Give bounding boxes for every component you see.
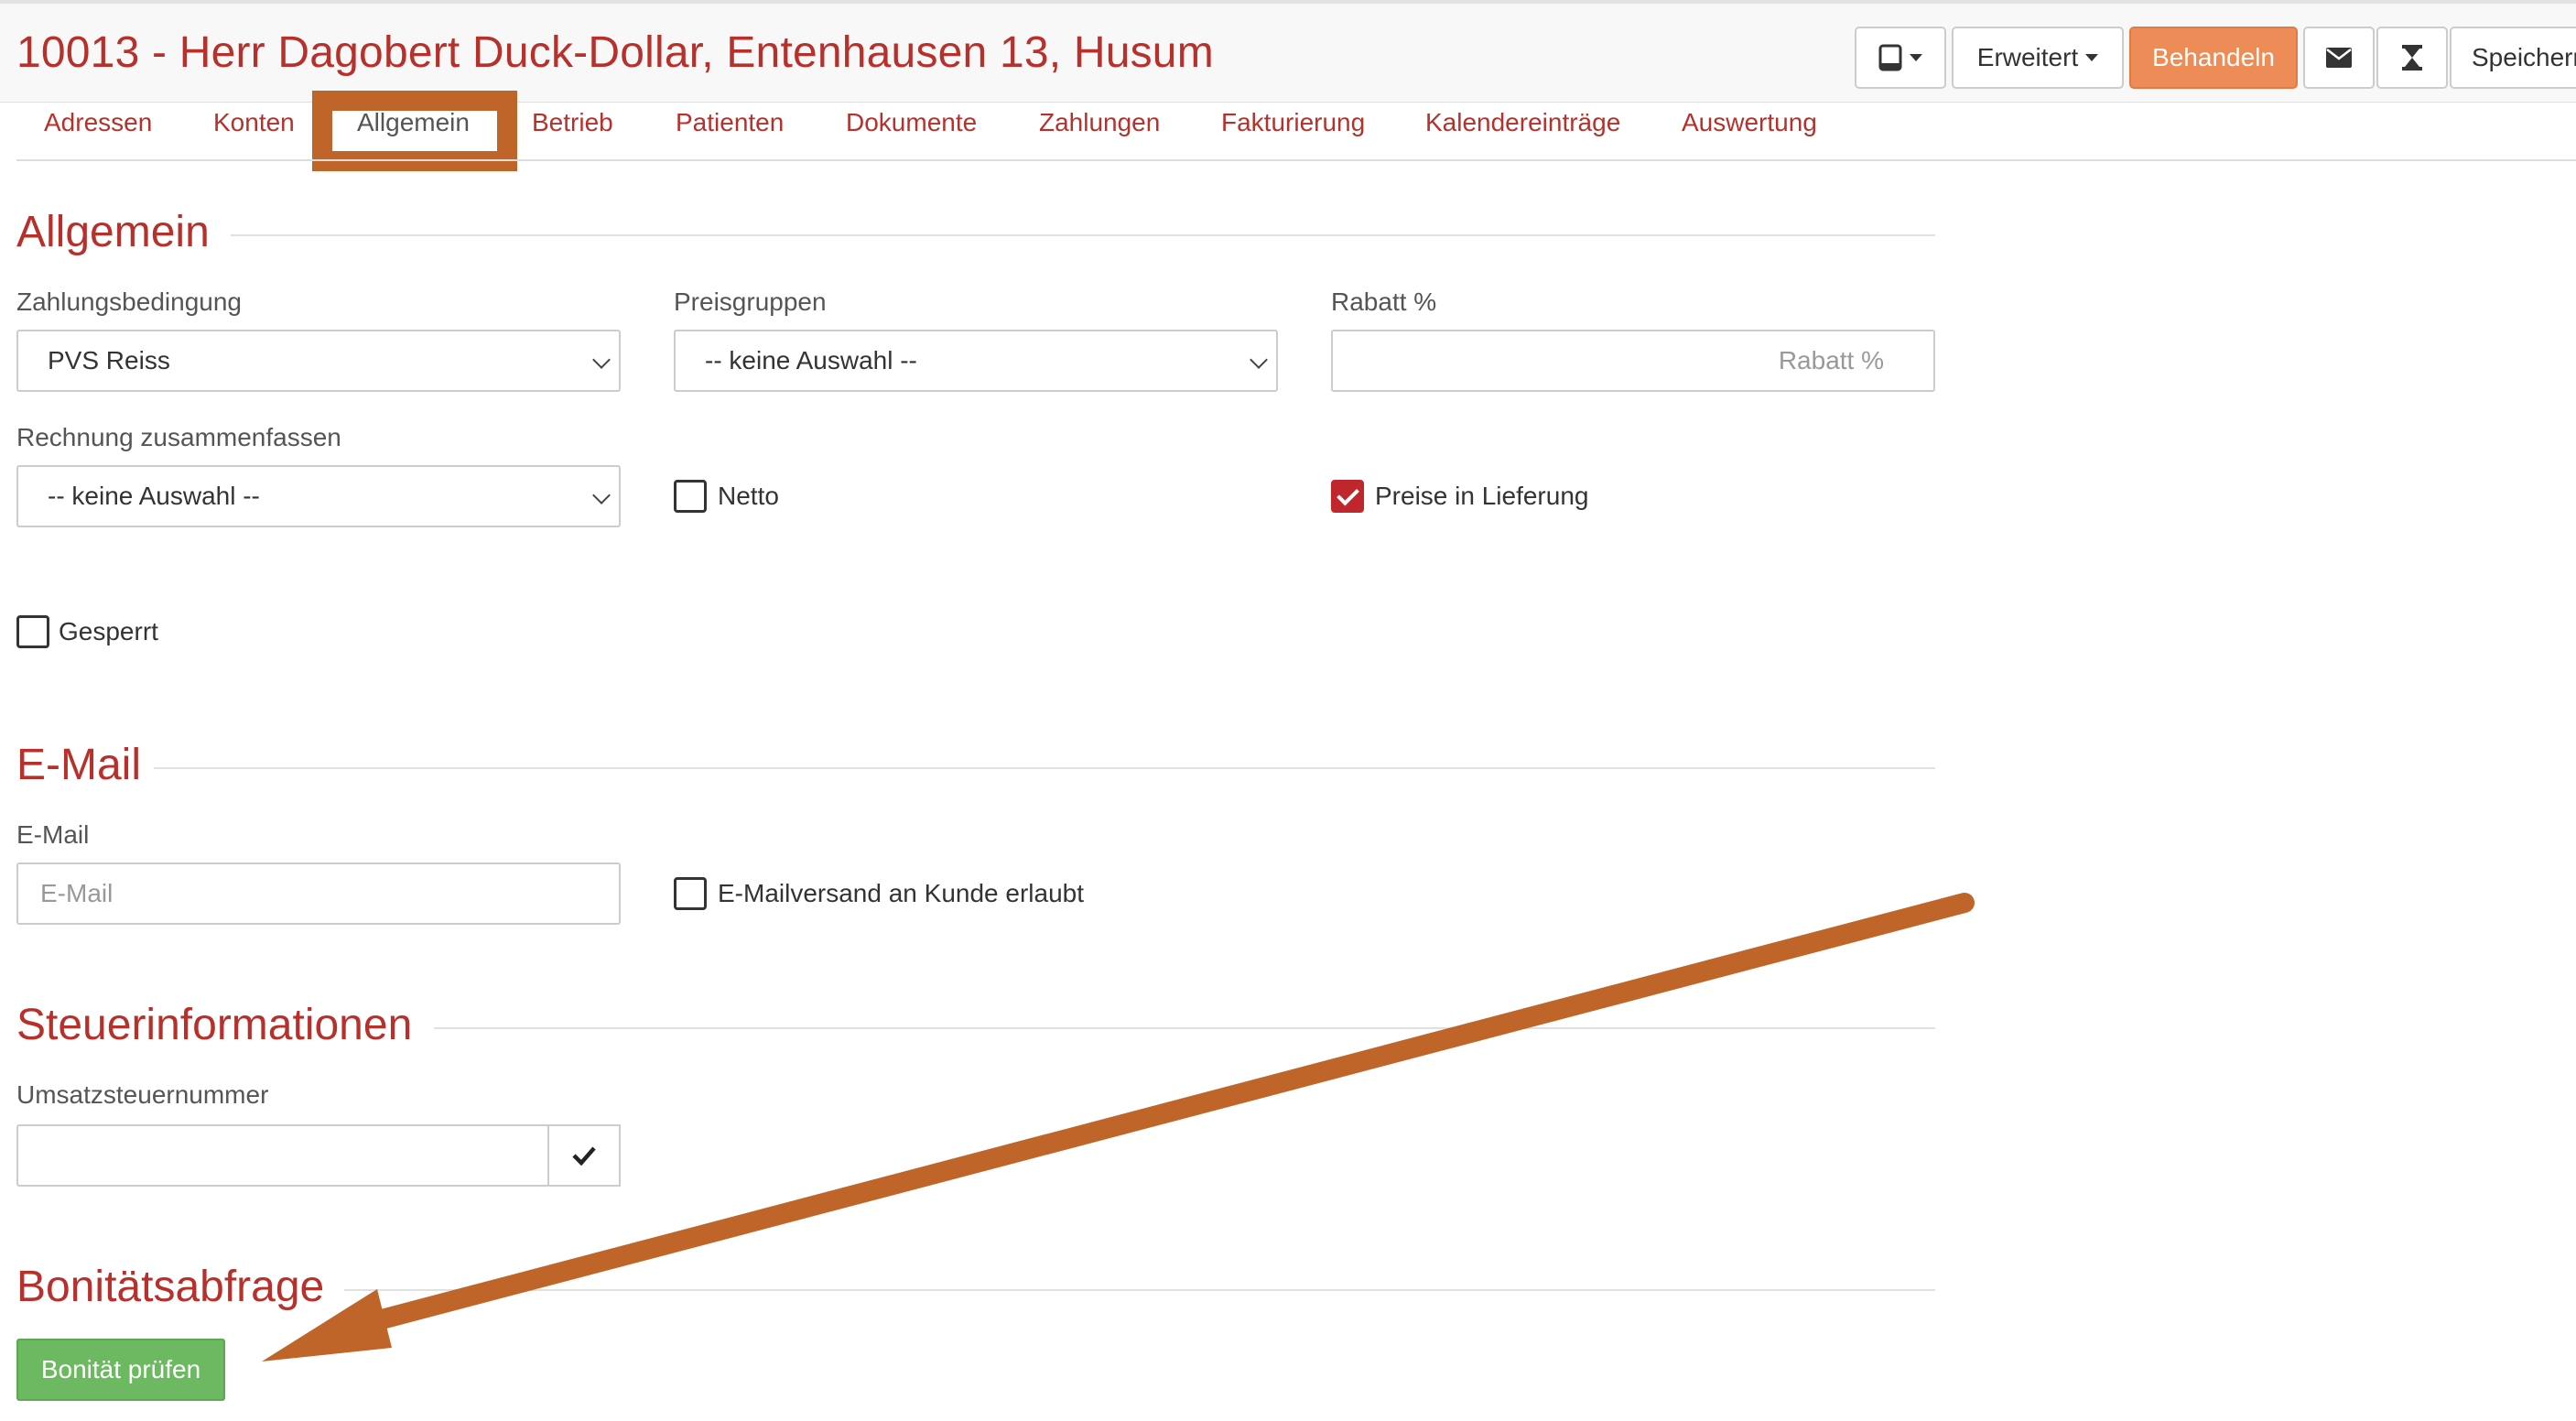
tab-fakturierung[interactable]: Fakturierung <box>1221 108 1365 137</box>
checkmark-icon <box>572 1146 596 1166</box>
rechnung-value: -- keine Auswahl -- <box>48 482 260 510</box>
caret-down-icon <box>2085 54 2099 61</box>
erweitert-dropdown-button[interactable]: Erweitert <box>1952 27 2124 89</box>
chevron-down-icon <box>592 351 611 369</box>
device-dropdown-button[interactable] <box>1855 27 1946 89</box>
section-divider <box>434 1027 1935 1029</box>
behandeln-button[interactable]: Behandeln <box>2129 27 2298 89</box>
tab-allgemein[interactable]: Allgemein <box>357 108 470 137</box>
annotation-arrow <box>262 893 1975 1361</box>
preise-lieferung-checkbox[interactable] <box>1331 480 1364 513</box>
email-input[interactable]: E-Mail <box>16 862 621 925</box>
rabatt-label: Rabatt % <box>1331 287 1437 316</box>
preisgruppen-label: Preisgruppen <box>674 287 827 316</box>
annotation-arrow-shaft <box>319 893 1975 1343</box>
bonitaet-pruefen-button[interactable]: Bonität prüfen <box>16 1339 225 1401</box>
bonitaet-pruefen-label: Bonität prüfen <box>40 1355 201 1383</box>
tab-auswertung[interactable]: Auswertung <box>1682 108 1817 137</box>
tab-zahlungen[interactable]: Zahlungen <box>1039 108 1160 137</box>
ust-verify-button[interactable] <box>547 1124 621 1187</box>
section-title-bonitaet: Bonitätsabfrage <box>16 1263 325 1311</box>
tablet-icon <box>1878 44 1902 71</box>
tab-kalendereintraege[interactable]: Kalendereinträge <box>1425 108 1620 137</box>
gesperrt-label: Gesperrt <box>59 617 158 645</box>
zahlungsbedingung-select[interactable]: PVS Reiss <box>16 330 621 392</box>
section-title-allgemein: Allgemein <box>16 208 210 256</box>
rechnung-label: Rechnung zusammenfassen <box>16 423 341 451</box>
email-placeholder: E-Mail <box>40 879 114 907</box>
hourglass-icon <box>2402 45 2422 71</box>
section-divider <box>231 234 1935 236</box>
email-versand-checkbox[interactable] <box>674 877 707 910</box>
section-divider <box>344 1289 1935 1291</box>
section-title-email: E-Mail <box>16 741 142 789</box>
tab-dokumente[interactable]: Dokumente <box>846 108 977 137</box>
email-label: E-Mail <box>16 820 90 849</box>
chevron-down-icon <box>592 486 611 504</box>
speichern-label: Speichern <box>2472 43 2576 71</box>
netto-label: Netto <box>718 482 779 510</box>
section-title-steuer: Steuerinformationen <box>16 1001 413 1049</box>
rabatt-placeholder: Rabatt % <box>1778 346 1884 374</box>
tab-bar: Adressen Konten Allgemein Betrieb Patien… <box>16 103 2576 161</box>
mail-button[interactable] <box>2303 27 2375 89</box>
tab-konten[interactable]: Konten <box>213 108 295 137</box>
chevron-down-icon <box>1250 351 1268 369</box>
tab-adressen[interactable]: Adressen <box>44 108 152 137</box>
page-header: 10013 - Herr Dagobert Duck-Dollar, Enten… <box>0 4 2576 103</box>
zahlungsbedingung-value: PVS Reiss <box>48 346 170 374</box>
behandeln-label: Behandeln <box>2152 43 2275 71</box>
gesperrt-checkbox[interactable] <box>16 615 49 648</box>
preisgruppen-select[interactable]: -- keine Auswahl -- <box>674 330 1278 392</box>
speichern-button[interactable]: Speichern <box>2450 27 2576 89</box>
rechnung-select[interactable]: -- keine Auswahl -- <box>16 465 621 527</box>
email-versand-label: E-Mailversand an Kunde erlaubt <box>718 879 1085 907</box>
tab-betrieb[interactable]: Betrieb <box>532 108 613 137</box>
preisgruppen-value: -- keine Auswahl -- <box>705 346 917 374</box>
erweitert-label: Erweitert <box>1976 43 2079 71</box>
tab-patienten[interactable]: Patienten <box>676 108 784 137</box>
hourglass-button[interactable] <box>2376 27 2448 89</box>
page-title: 10013 - Herr Dagobert Duck-Dollar, Enten… <box>16 28 1214 77</box>
zahlungsbedingung-label: Zahlungsbedingung <box>16 287 242 316</box>
rabatt-input[interactable]: Rabatt % <box>1331 330 1935 392</box>
caret-down-icon <box>1910 54 1922 61</box>
envelope-icon <box>2326 48 2352 68</box>
ust-input[interactable] <box>16 1124 549 1187</box>
netto-checkbox[interactable] <box>674 480 707 513</box>
ust-label: Umsatzsteuernummer <box>16 1080 269 1109</box>
section-divider <box>154 767 1935 769</box>
preise-lieferung-label: Preise in Lieferung <box>1375 482 1589 510</box>
